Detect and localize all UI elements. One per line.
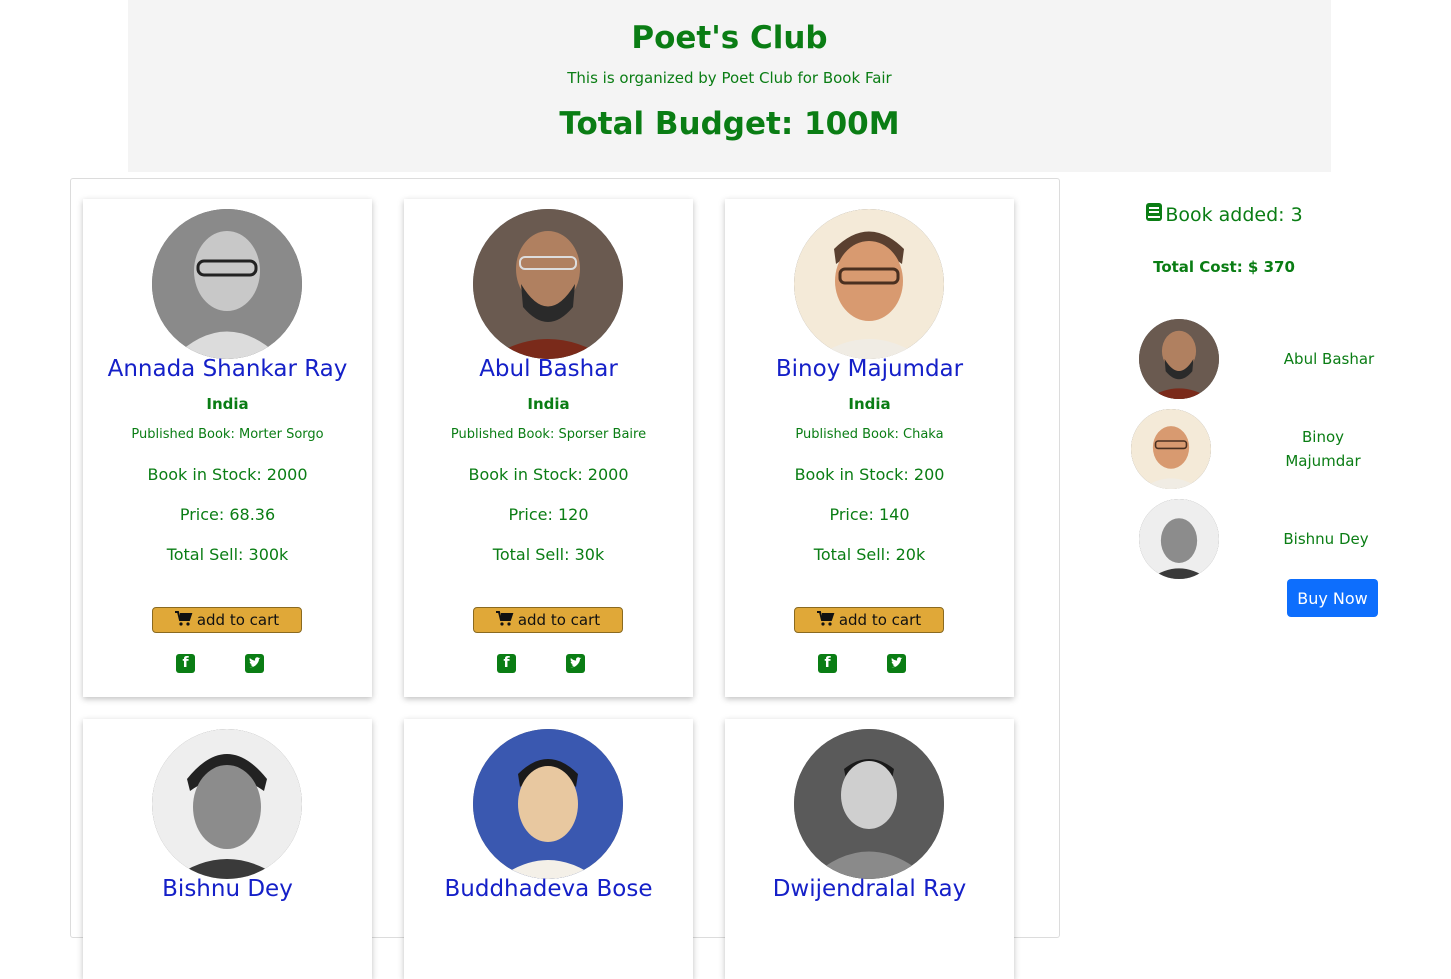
add-to-cart-button[interactable]: add to cart (473, 607, 623, 633)
add-to-cart-label: add to cart (838, 611, 922, 629)
poet-avatar (152, 209, 302, 359)
cart-item: Binoy Majumdar (1080, 409, 1451, 489)
poet-country: India (527, 395, 570, 413)
poet-avatar (794, 209, 944, 359)
poet-price: Price: 120 (508, 505, 589, 524)
poet-card: Buddhadeva Bose (404, 719, 693, 979)
poet-total-sell: Total Sell: 300k (166, 545, 289, 564)
page-title: Poet's Club (631, 20, 828, 56)
books-added-count: Book added: 3 (1080, 202, 1368, 227)
facebook-icon[interactable]: f (176, 654, 195, 673)
poet-book-stock: Book in Stock: 2000 (147, 465, 308, 484)
add-to-cart-label: add to cart (517, 611, 601, 629)
add-to-cart-button[interactable]: add to cart (794, 607, 944, 633)
add-to-cart-button[interactable]: add to cart (152, 607, 302, 633)
poet-name: Bishnu Dey (162, 876, 293, 902)
cart-item-name: Binoy Majumdar (1285, 428, 1361, 470)
shopping-cart-icon (495, 610, 514, 630)
poet-card: Binoy Majumdar India Published Book: Cha… (725, 199, 1014, 697)
poet-total-sell: Total Sell: 30k (492, 545, 605, 564)
poet-price: Price: 140 (829, 505, 910, 524)
poet-country: India (206, 395, 249, 413)
cart-item: Bishnu Dey (1080, 499, 1451, 579)
poet-price: Price: 68.36 (179, 505, 276, 524)
poet-avatar (794, 729, 944, 879)
cart-sidebar: Book added: 3 Total Cost: $ 370 Abul Bas… (1080, 190, 1451, 640)
cart-item-avatar (1131, 409, 1211, 489)
cart-item-avatar (1139, 319, 1219, 399)
facebook-icon[interactable]: f (497, 654, 516, 673)
poet-country: India (848, 395, 891, 413)
poet-name: Abul Bashar (479, 356, 618, 382)
poet-card: Annada Shankar Ray India Published Book:… (83, 199, 372, 697)
poet-card: Abul Bashar India Published Book: Sporse… (404, 199, 693, 697)
poet-book-stock: Book in Stock: 200 (794, 465, 945, 484)
twitter-icon[interactable] (245, 654, 264, 673)
poet-total-sell: Total Sell: 20k (813, 545, 926, 564)
poet-published-book: Published Book: Chaka (795, 427, 944, 442)
poet-name: Dwijendralal Ray (772, 876, 967, 902)
twitter-icon[interactable] (566, 654, 585, 673)
cart-item-name: Bishnu Dey (1283, 530, 1369, 548)
poet-card: Bishnu Dey (83, 719, 372, 979)
page-header: Poet's Club This is organized by Poet Cl… (128, 0, 1331, 172)
poet-book-stock: Book in Stock: 2000 (468, 465, 629, 484)
twitter-icon[interactable] (887, 654, 906, 673)
poet-avatar (473, 209, 623, 359)
facebook-icon[interactable]: f (818, 654, 837, 673)
poet-published-book: Published Book: Sporser Baire (450, 427, 647, 442)
poet-name: Annada Shankar Ray (107, 356, 348, 382)
books-added-label: Book added: 3 (1165, 203, 1303, 226)
poet-avatar (152, 729, 302, 879)
poet-name: Buddhadeva Bose (444, 876, 653, 902)
cart-item: Abul Bashar (1080, 319, 1451, 399)
poet-avatar (473, 729, 623, 879)
buy-now-button[interactable]: Buy Now (1287, 579, 1378, 617)
cart-item-name: Abul Bashar (1283, 350, 1375, 368)
cart-item-avatar (1139, 499, 1219, 579)
shopping-cart-icon (816, 610, 835, 630)
page-subtitle: This is organized by Poet Club for Book … (567, 69, 892, 87)
poet-published-book: Published Book: Morter Sorgo (131, 427, 324, 442)
shopping-cart-icon (174, 610, 193, 630)
add-to-cart-label: add to cart (196, 611, 280, 629)
book-icon (1145, 202, 1163, 227)
total-cost: Total Cost: $ 370 (1153, 258, 1295, 276)
poet-name: Binoy Majumdar (775, 356, 964, 382)
poet-card: Dwijendralal Ray (725, 719, 1014, 979)
total-budget: Total Budget: 100M (559, 106, 900, 142)
poet-card-grid: Annada Shankar Ray India Published Book:… (70, 178, 1060, 979)
